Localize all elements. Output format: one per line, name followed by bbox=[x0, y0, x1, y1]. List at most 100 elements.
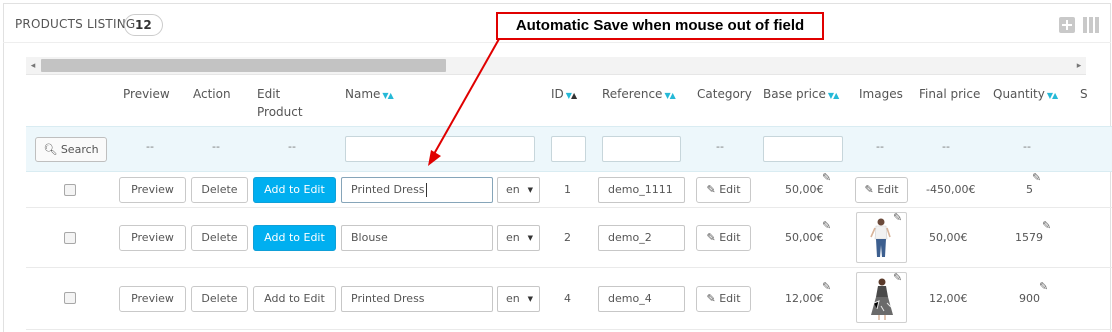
final-price-value: 50,00€ bbox=[929, 231, 968, 244]
sort-arrows-icon[interactable]: ▼▲ bbox=[566, 91, 577, 100]
filter-empty-action: -- bbox=[212, 140, 220, 153]
preview-button[interactable]: Preview bbox=[119, 286, 186, 312]
scroll-left-arrow-icon[interactable]: ◂ bbox=[26, 57, 40, 75]
delete-button[interactable]: Delete bbox=[191, 286, 248, 312]
filter-empty-images: -- bbox=[876, 140, 884, 153]
pencil-icon[interactable]: ✎ bbox=[1039, 280, 1048, 293]
add-to-edit-button[interactable]: Add to Edit bbox=[253, 177, 336, 203]
language-select-value: en bbox=[506, 183, 520, 196]
header-toolbar bbox=[1059, 17, 1099, 33]
category-edit-button[interactable]: ✎ Edit bbox=[696, 225, 751, 251]
column-header-truncated: S bbox=[1080, 87, 1088, 101]
category-edit-label: Edit bbox=[719, 231, 741, 244]
preview-button[interactable]: Preview bbox=[119, 225, 186, 251]
sort-arrows-icon[interactable]: ▼▲ bbox=[382, 91, 393, 100]
language-select[interactable]: en ▼ bbox=[497, 286, 540, 312]
horizontal-scrollbar[interactable]: ◂ ▸ bbox=[26, 57, 1086, 75]
filter-reference-input[interactable] bbox=[602, 136, 681, 162]
final-price-value: 12,00€ bbox=[929, 292, 968, 305]
add-to-edit-button[interactable]: Add to Edit bbox=[253, 286, 336, 312]
name-field[interactable]: Printed Dress bbox=[341, 286, 493, 312]
product-id: 4 bbox=[564, 292, 571, 305]
pencil-icon[interactable]: ✎ bbox=[1032, 171, 1041, 184]
pencil-icon[interactable]: ✎ bbox=[822, 171, 831, 184]
row-select-checkbox[interactable] bbox=[64, 232, 76, 244]
annotation-callout: Automatic Save when mouse out of field bbox=[496, 12, 824, 40]
scrollbar-thumb[interactable] bbox=[41, 59, 446, 72]
search-icon: 🔍︎ bbox=[43, 143, 58, 156]
add-to-edit-button[interactable]: Add to Edit bbox=[253, 225, 336, 251]
pencil-icon: ✎ bbox=[864, 183, 874, 196]
column-header-preview: Preview bbox=[123, 87, 170, 101]
row-select-checkbox[interactable] bbox=[64, 292, 76, 304]
column-header-quantity-label: Quantity bbox=[993, 87, 1045, 101]
base-price-value[interactable]: 50,00€ bbox=[785, 183, 824, 196]
product-id: 2 bbox=[564, 231, 571, 244]
row-select-checkbox[interactable] bbox=[64, 184, 76, 196]
column-header-reference[interactable]: Reference ▼▲ bbox=[602, 85, 676, 105]
pencil-icon: ✎ bbox=[706, 292, 716, 305]
pencil-icon[interactable]: ✎ bbox=[822, 280, 831, 293]
text-cursor bbox=[425, 183, 427, 197]
scroll-right-arrow-icon[interactable]: ▸ bbox=[1072, 57, 1086, 75]
delete-button[interactable]: Delete bbox=[191, 177, 248, 203]
base-price-value[interactable]: 12,00€ bbox=[785, 292, 824, 305]
column-header-action: Action bbox=[193, 87, 231, 101]
sort-arrows-icon[interactable]: ▼▲ bbox=[1047, 91, 1058, 100]
sort-arrows-icon[interactable]: ▼▲ bbox=[828, 91, 839, 100]
quantity-value[interactable]: 5 bbox=[1026, 183, 1033, 196]
preview-button[interactable]: Preview bbox=[119, 177, 186, 203]
name-field[interactable]: Blouse bbox=[341, 225, 493, 251]
filter-name-input[interactable] bbox=[345, 136, 535, 162]
search-button[interactable]: 🔍︎ Search bbox=[35, 137, 107, 162]
column-header-base-price[interactable]: Base price ▼▲ bbox=[763, 85, 839, 105]
image-edit-label: Edit bbox=[877, 183, 899, 196]
column-header-quantity[interactable]: Quantity ▼▲ bbox=[993, 85, 1058, 105]
pencil-icon[interactable]: ✎ bbox=[893, 211, 902, 224]
pencil-icon: ✎ bbox=[706, 183, 716, 196]
final-price-value: -450,00€ bbox=[926, 183, 976, 196]
quantity-value[interactable]: 900 bbox=[1019, 292, 1040, 305]
column-header-id-label: ID bbox=[551, 87, 564, 101]
filter-id-input[interactable] bbox=[551, 136, 586, 162]
panel-title: PRODUCTS LISTING bbox=[15, 17, 136, 31]
filter-empty-final-price: -- bbox=[942, 140, 950, 153]
language-select[interactable]: en ▼ bbox=[497, 177, 540, 203]
caret-down-icon: ▼ bbox=[527, 186, 533, 194]
product-count-badge: 12 bbox=[124, 14, 163, 36]
category-edit-button[interactable]: ✎ Edit bbox=[696, 177, 751, 203]
delete-button[interactable]: Delete bbox=[191, 225, 248, 251]
category-edit-button[interactable]: ✎ Edit bbox=[696, 286, 751, 312]
caret-down-icon: ▼ bbox=[527, 295, 533, 303]
column-header-category: Category bbox=[697, 87, 752, 101]
image-edit-button[interactable]: ✎ Edit bbox=[855, 177, 908, 203]
pencil-icon[interactable]: ✎ bbox=[822, 219, 831, 232]
filter-base-price-input[interactable] bbox=[763, 136, 843, 162]
name-field[interactable]: Printed Dress bbox=[341, 177, 493, 203]
language-select-value: en bbox=[506, 231, 520, 244]
filter-empty-quantity: -- bbox=[1023, 140, 1031, 153]
search-button-label: Search bbox=[60, 143, 99, 156]
column-header-images: Images bbox=[859, 87, 903, 101]
reference-field[interactable]: demo_4 bbox=[598, 286, 685, 312]
caret-down-icon: ▼ bbox=[527, 234, 533, 242]
column-header-base-price-label: Base price bbox=[763, 87, 826, 101]
column-header-name[interactable]: Name ▼▲ bbox=[345, 85, 394, 105]
column-header-edit-product: Edit Product bbox=[257, 87, 303, 119]
filter-empty-category: -- bbox=[716, 140, 724, 153]
language-select-value: en bbox=[506, 292, 520, 305]
reference-field[interactable]: demo_1111 bbox=[598, 177, 685, 203]
columns-icon[interactable] bbox=[1083, 17, 1099, 33]
sort-arrows-icon[interactable]: ▼▲ bbox=[664, 91, 675, 100]
category-edit-label: Edit bbox=[719, 183, 741, 196]
column-header-id[interactable]: ID ▼▲ bbox=[551, 85, 577, 105]
pencil-icon[interactable]: ✎ bbox=[1042, 219, 1051, 232]
quantity-value[interactable]: 1579 bbox=[1015, 231, 1043, 244]
reference-field[interactable]: demo_2 bbox=[598, 225, 685, 251]
product-id: 1 bbox=[564, 183, 571, 196]
column-header-final-price: Final price bbox=[919, 87, 981, 101]
pencil-icon[interactable]: ✎ bbox=[893, 271, 902, 284]
language-select[interactable]: en ▼ bbox=[497, 225, 540, 251]
base-price-value[interactable]: 50,00€ bbox=[785, 231, 824, 244]
add-new-icon[interactable] bbox=[1059, 17, 1075, 33]
